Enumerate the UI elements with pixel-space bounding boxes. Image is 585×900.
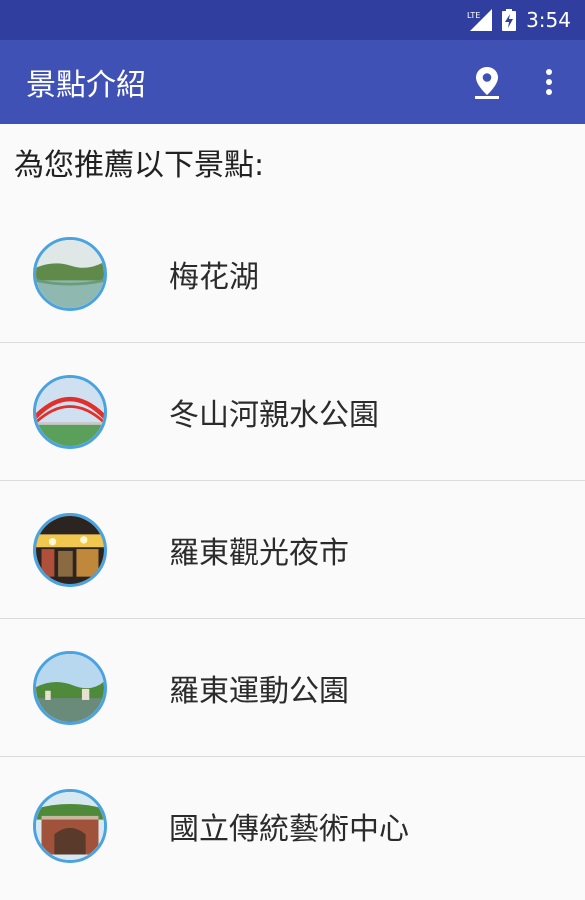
list-item[interactable]: 羅東運動公園 <box>0 619 585 757</box>
app-bar: 景點介紹 <box>0 40 585 124</box>
attraction-list: 梅花湖 冬山河親水公園 羅東觀光夜市 羅東運動公園 國立傳統藝術中心 <box>0 205 585 895</box>
list-item[interactable]: 梅花湖 <box>0 205 585 343</box>
status-bar: LTE 3:54 <box>0 0 585 40</box>
list-item[interactable]: 冬山河親水公園 <box>0 343 585 481</box>
attraction-name: 國立傳統藝術中心 <box>169 812 409 847</box>
attraction-thumbnail <box>33 789 107 863</box>
svg-text:LTE: LTE <box>467 11 480 20</box>
recommendation-heading: 為您推薦以下景點: <box>14 148 265 183</box>
attraction-thumbnail <box>33 374 107 449</box>
attraction-name: 冬山河親水公園 <box>169 397 379 433</box>
attraction-thumbnail <box>33 512 107 587</box>
lte-signal-icon: LTE <box>466 9 493 31</box>
app-title: 景點介紹 <box>26 68 146 103</box>
attraction-thumbnail <box>33 650 107 725</box>
attraction-name: 梅花湖 <box>169 259 259 295</box>
battery-charging-icon <box>502 9 517 31</box>
more-vert-icon[interactable] <box>529 57 569 107</box>
attraction-name: 羅東觀光夜市 <box>169 535 349 571</box>
list-item[interactable]: 國立傳統藝術中心 <box>0 757 585 895</box>
map-pin-icon[interactable] <box>467 57 507 107</box>
attraction-thumbnail <box>33 236 107 311</box>
attraction-name: 羅東運動公園 <box>169 673 349 709</box>
list-item[interactable]: 羅東觀光夜市 <box>0 481 585 619</box>
clock: 3:54 <box>526 8 571 32</box>
